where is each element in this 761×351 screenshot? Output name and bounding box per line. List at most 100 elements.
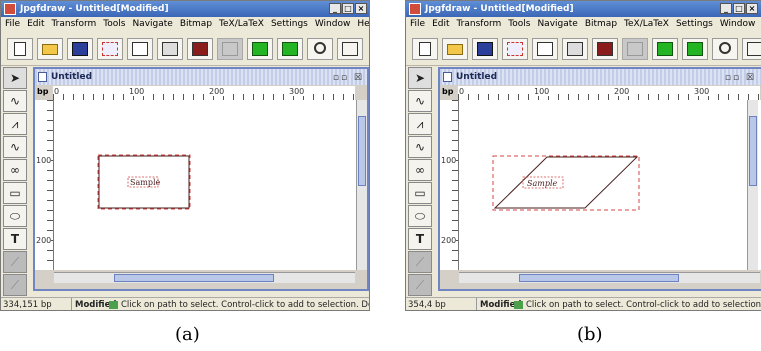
- tool-pointer[interactable]: ➤: [3, 67, 27, 89]
- scrollbar-thumb[interactable]: [519, 274, 679, 282]
- loop-icon: ∞: [415, 163, 425, 177]
- tool-open-line[interactable]: ∿: [3, 90, 27, 112]
- tool-disabled[interactable]: ⟋: [3, 251, 27, 273]
- layer-button[interactable]: [247, 38, 273, 60]
- save-button[interactable]: [472, 38, 498, 60]
- tool-rectangle[interactable]: ▭: [408, 182, 432, 204]
- frame-button[interactable]: [337, 38, 363, 60]
- menu-navigate[interactable]: Navigate: [132, 19, 172, 29]
- tool-closed-line[interactable]: ⩘: [408, 113, 432, 135]
- tool-loop[interactable]: ∞: [408, 159, 432, 181]
- export-icon: [132, 42, 148, 56]
- minimize-button[interactable]: _: [329, 3, 341, 14]
- rectangle-icon: ▭: [414, 186, 426, 200]
- layer-button[interactable]: [652, 38, 678, 60]
- tool-ellipse[interactable]: ⬭: [3, 205, 27, 227]
- print-button[interactable]: [562, 38, 588, 60]
- export-button[interactable]: [127, 38, 153, 60]
- tool-open-line[interactable]: ∿: [408, 90, 432, 112]
- ellipse-icon: ⬭: [9, 209, 21, 223]
- print-button[interactable]: [157, 38, 183, 60]
- menu-tools[interactable]: Tools: [508, 19, 530, 29]
- menu-tex[interactable]: TeX/LaTeX: [219, 19, 264, 29]
- menu-edit[interactable]: Edit: [27, 19, 44, 29]
- menu-help[interactable]: Help: [357, 19, 369, 29]
- book-button[interactable]: [592, 38, 618, 60]
- menu-window[interactable]: Window: [315, 19, 351, 29]
- new-button[interactable]: [7, 38, 33, 60]
- tool-pointer[interactable]: ➤: [408, 67, 432, 89]
- sample-text[interactable]: Sample: [130, 178, 161, 187]
- grid-button[interactable]: [622, 38, 648, 60]
- skewed-shape[interactable]: [493, 156, 639, 209]
- menu-transform[interactable]: Transform: [52, 19, 97, 29]
- menu-window[interactable]: Window: [720, 19, 756, 29]
- tool-disabled[interactable]: ⟋: [408, 251, 432, 273]
- window-title: Jpgfdraw - Untitled[Modified]: [20, 4, 169, 14]
- export-button[interactable]: [532, 38, 558, 60]
- open-button[interactable]: [442, 38, 468, 60]
- document-frame: Untitled ▫▫ ☒ bp 0 100 200 300 100 200 S…: [438, 67, 761, 291]
- tool-disabled-2[interactable]: ⟋: [408, 274, 432, 296]
- horizontal-ruler: 0 100 200 300: [53, 86, 355, 101]
- menu-file[interactable]: File: [410, 19, 425, 29]
- drawing-canvas[interactable]: Sample: [54, 100, 361, 270]
- drawing-canvas[interactable]: Sample: [459, 100, 761, 270]
- book-button[interactable]: [187, 38, 213, 60]
- redo-icon: [314, 42, 326, 54]
- document-title-bar: Untitled ▫▫ ☒: [35, 69, 367, 85]
- scrollbar-thumb[interactable]: [114, 274, 274, 282]
- menu-file[interactable]: File: [5, 19, 20, 29]
- menu-edit[interactable]: Edit: [432, 19, 449, 29]
- tool-palette: ➤ ∿ ⩘ ∿ ∞ ▭ ⬭ T ⟋ ⟋: [1, 67, 29, 299]
- menu-settings[interactable]: Settings: [271, 19, 308, 29]
- close-button[interactable]: ×: [355, 3, 367, 14]
- new-button[interactable]: [412, 38, 438, 60]
- new-icon: [419, 42, 431, 56]
- tool-disabled-2[interactable]: ⟋: [3, 274, 27, 296]
- vertical-scrollbar[interactable]: [747, 100, 758, 270]
- tool-closed-line[interactable]: ⩘: [3, 113, 27, 135]
- select-region-button[interactable]: [97, 38, 123, 60]
- close-button[interactable]: ×: [746, 3, 758, 14]
- menu-bitmap[interactable]: Bitmap: [585, 19, 617, 29]
- menu-bitmap[interactable]: Bitmap: [180, 19, 212, 29]
- vertical-scrollbar[interactable]: [356, 100, 367, 270]
- frame-button[interactable]: [742, 38, 761, 60]
- tool-curve[interactable]: ∿: [408, 136, 432, 158]
- menu-navigate[interactable]: Navigate: [537, 19, 577, 29]
- save-button[interactable]: [67, 38, 93, 60]
- open-button[interactable]: [37, 38, 63, 60]
- tool-text[interactable]: T: [3, 228, 27, 250]
- layer-2-button[interactable]: [277, 38, 303, 60]
- minimize-button[interactable]: _: [720, 3, 732, 14]
- tool-text[interactable]: T: [408, 228, 432, 250]
- maximize-button[interactable]: □: [733, 3, 745, 14]
- menu-settings[interactable]: Settings: [676, 19, 713, 29]
- tool-ellipse[interactable]: ⬭: [408, 205, 432, 227]
- horizontal-scrollbar[interactable]: [54, 272, 355, 283]
- select-region-button[interactable]: [502, 38, 528, 60]
- layer-2-button[interactable]: [682, 38, 708, 60]
- redo-button[interactable]: [307, 38, 333, 60]
- maximize-button[interactable]: □: [342, 3, 354, 14]
- tool-curve[interactable]: ∿: [3, 136, 27, 158]
- grid-button[interactable]: [217, 38, 243, 60]
- title-bar: Jpgfdraw - Untitled[Modified] _ □ ×: [1, 1, 369, 17]
- menu-tex[interactable]: TeX/LaTeX: [624, 19, 669, 29]
- horizontal-scrollbar[interactable]: [459, 272, 760, 283]
- document-window-buttons[interactable]: ▫▫ ☒: [725, 70, 756, 86]
- redo-button[interactable]: [712, 38, 738, 60]
- scrollbar-thumb[interactable]: [358, 116, 366, 186]
- document-title-bar: Untitled ▫▫ ☒: [440, 69, 761, 85]
- document-window-buttons[interactable]: ▫▫ ☒: [333, 70, 364, 86]
- menu-tools[interactable]: Tools: [103, 19, 125, 29]
- menu-transform[interactable]: Transform: [457, 19, 502, 29]
- scrollbar-thumb[interactable]: [749, 116, 757, 186]
- green-layer-icon: [252, 42, 268, 56]
- disabled-tool-2-icon: ⟋: [10, 278, 20, 292]
- tool-rectangle[interactable]: ▭: [3, 182, 27, 204]
- canvas-drawing: Sample: [492, 155, 640, 211]
- sample-text[interactable]: Sample: [527, 179, 558, 188]
- tool-loop[interactable]: ∞: [3, 159, 27, 181]
